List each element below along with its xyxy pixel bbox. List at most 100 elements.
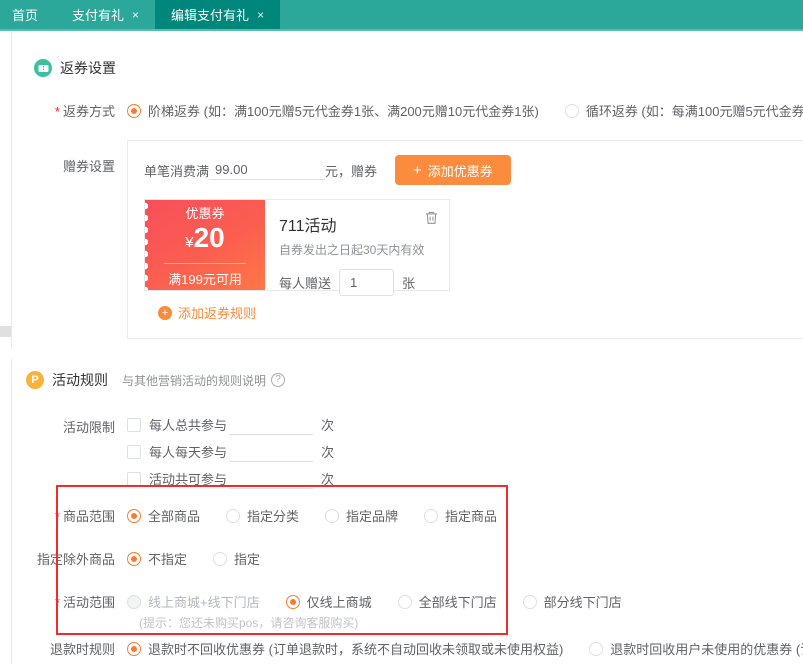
tab-payment-reward[interactable]: 支付有礼 ×	[56, 0, 155, 29]
close-icon[interactable]: ×	[257, 8, 264, 22]
radio-icon	[127, 508, 141, 523]
excluded-products-row: 指定除外商品 不指定 指定	[12, 549, 803, 568]
page: 首页 支付有礼 × 编辑支付有礼 × 返券设置 * 返券方式 阶梯返券 (如：满…	[0, 0, 803, 664]
threshold-row: 单笔消费满 元，赠券 + 添加优惠券	[144, 155, 803, 185]
return-method-row: * 返券方式 阶梯返券 (如：满100元赠5元代金券1张、满200元赠10元代金券…	[12, 101, 803, 120]
limit-label: 每人总共参与	[149, 418, 228, 433]
tab-home-label: 首页	[12, 8, 39, 23]
activity-limit-list: 每人总共参与 次 每人每天参与 次 活动共可参与 次	[127, 411, 334, 492]
per-person-prefix: 每人赠送	[279, 276, 332, 291]
radio-icon	[397, 594, 412, 609]
excluded-products-label: 指定除外商品	[36, 552, 115, 567]
tab-payment-reward-label: 支付有礼	[72, 8, 125, 23]
add-coupon-button[interactable]: + 添加优惠券	[395, 155, 511, 185]
activity-rules-panel: P 活动规则 与其他营销活动的规则说明 ? 活动限制 每人总共参与 次 每人每天…	[11, 359, 803, 664]
scroll-corner	[0, 326, 11, 337]
radio-all-offline-stores[interactable]: 全部线下门店	[397, 592, 497, 611]
ticket-serration	[145, 200, 148, 290]
radio-label: 全部线下门店	[418, 595, 497, 610]
radio-icon	[127, 103, 141, 118]
activity-limit-row: 活动限制 每人总共参与 次 每人每天参与 次 活动共可参与 次	[12, 411, 803, 492]
radio-tiered-return[interactable]: 阶梯返券 (如：满100元赠5元代金券1张、满200元赠10元代金券1张)	[127, 101, 539, 120]
radio-online-mall-only[interactable]: 仅线上商城	[285, 592, 372, 611]
close-icon[interactable]: ×	[132, 8, 139, 22]
ticket-icon	[34, 59, 52, 77]
limit-item-per-person-daily: 每人每天参与 次	[127, 438, 334, 465]
gift-settings-box: 单笔消费满 元，赠券 + 添加优惠券 优惠券 ¥20 满199元	[127, 140, 803, 339]
radio-label: 不指定	[148, 552, 188, 567]
radio-online-plus-offline[interactable]: 线上商城+线下门店	[127, 592, 260, 611]
coupon-name: 711活动	[279, 218, 337, 235]
radio-icon	[285, 594, 300, 609]
limit-suffix: 次	[321, 472, 335, 487]
per-person-suffix: 张	[402, 276, 416, 291]
refund-rule-row: 退款时规则 退款时不回收优惠券 (订单退款时，系统不自动回收未领取或未使用权益)…	[12, 639, 803, 658]
radio-label: 线上商城+线下门店	[148, 595, 260, 610]
radio-specified[interactable]: 指定	[213, 549, 260, 568]
coupon-card-detail: 711活动 自券发出之日起30天内有效 每人赠送 张	[265, 200, 449, 296]
gift-settings-label: 赠券设置	[62, 159, 115, 174]
plus-circle-icon: +	[158, 305, 172, 320]
checkbox[interactable]	[127, 471, 141, 486]
radio-recall-unused-coupon[interactable]: 退款时回收用户未使用的优惠券 (订单整单退款时，系统自动回收未使用的优惠券)	[589, 639, 803, 658]
panel-gap	[0, 349, 803, 359]
radio-label: 指定商品	[445, 509, 498, 524]
currency-symbol: ¥	[185, 233, 194, 251]
radio-icon	[522, 594, 537, 609]
radio-label: 指定	[234, 552, 261, 567]
threshold-input[interactable]	[209, 160, 326, 180]
tab-home[interactable]: 首页	[0, 0, 56, 29]
return-method-label: * 返券方式	[54, 104, 115, 119]
section-subtitle: 与其他营销活动的规则说明	[122, 373, 267, 388]
limit-suffix: 次	[321, 445, 335, 460]
limit-input[interactable]	[229, 468, 314, 489]
radio-label: 指定品牌	[346, 509, 399, 524]
rule-badge-icon: P	[26, 371, 44, 389]
coupon-amount: ¥20	[185, 221, 225, 253]
limit-input[interactable]	[229, 441, 314, 462]
radio-not-specified[interactable]: 不指定	[127, 549, 187, 568]
radio-specified-product[interactable]: 指定商品	[424, 506, 497, 525]
radio-all-products[interactable]: 全部商品	[127, 506, 200, 525]
limit-input[interactable]	[229, 414, 314, 435]
product-scope-label: * 商品范围	[54, 509, 115, 524]
activity-scope-label: * 活动范围	[54, 595, 115, 610]
radio-label: 退款时不回收优惠券 (订单退款时，系统不自动回收未领取或未使用权益)	[148, 642, 564, 657]
coupon-card: 优惠券 ¥20 满199元可用 711活动 自券发出之日起30天内有效 每人赠送…	[144, 199, 450, 296]
checkbox[interactable]	[127, 444, 141, 459]
radio-icon	[589, 641, 604, 656]
coupon-ticket: 优惠券 ¥20 满199元可用	[145, 200, 265, 290]
trash-icon[interactable]	[423, 210, 439, 226]
radio-icon	[213, 551, 228, 566]
radio-label: 指定分类	[247, 509, 300, 524]
per-person-row: 每人赠送 张	[279, 269, 437, 296]
radio-specified-category[interactable]: 指定分类	[226, 506, 299, 525]
radio-label: 全部商品	[148, 509, 201, 524]
add-coupon-button-label: 添加优惠券	[427, 163, 493, 179]
per-person-input[interactable]	[339, 269, 395, 296]
radio-cyclic-return[interactable]: 循环返券 (如：每满100元赠5元代金券1张，则客户消费200元时赠2张)	[564, 101, 803, 120]
tab-edit-payment-reward[interactable]: 编辑支付有礼 ×	[155, 0, 281, 29]
radio-icon	[226, 508, 241, 523]
radio-specified-brand[interactable]: 指定品牌	[325, 506, 398, 525]
radio-partial-offline-stores[interactable]: 部分线下门店	[522, 592, 622, 611]
radio-label: 退款时回收用户未使用的优惠券 (订单整单退款时，系统自动回收未使用的优惠券)	[610, 642, 803, 657]
coupon-condition: 满199元可用	[168, 271, 242, 287]
checkbox[interactable]	[127, 417, 141, 432]
product-scope-row: * 商品范围 全部商品 指定分类 指定品牌 指定商品	[12, 506, 803, 525]
radio-icon	[325, 508, 340, 523]
radio-no-recall-coupon[interactable]: 退款时不回收优惠券 (订单退款时，系统不自动回收未领取或未使用权益)	[127, 639, 563, 658]
coupon-settings-panel: 返券设置 * 返券方式 阶梯返券 (如：满100元赠5元代金券1张、满200元赠1…	[11, 31, 803, 349]
required-mark: *	[54, 509, 60, 524]
section-title: 返券设置	[60, 60, 116, 76]
pos-hint: (提示：您还未购买pos，请咨询客服购买)	[139, 616, 359, 630]
coupon-validity: 自券发出之日起30天内有效	[279, 243, 425, 257]
rules-section-header: P 活动规则 与其他营销活动的规则说明 ?	[26, 369, 803, 391]
limit-suffix: 次	[321, 418, 335, 433]
add-return-rule-label: 添加返券规则	[178, 306, 257, 321]
top-tab-bar: 首页 支付有礼 × 编辑支付有礼 ×	[0, 0, 803, 31]
radio-icon	[127, 641, 141, 656]
question-icon[interactable]: ?	[271, 373, 286, 387]
add-return-rule-link[interactable]: + 添加返券规则	[158, 303, 803, 322]
activity-scope-row: * 活动范围 线上商城+线下门店 仅线上商城 全部线下门店 部分线下门店	[12, 592, 803, 611]
